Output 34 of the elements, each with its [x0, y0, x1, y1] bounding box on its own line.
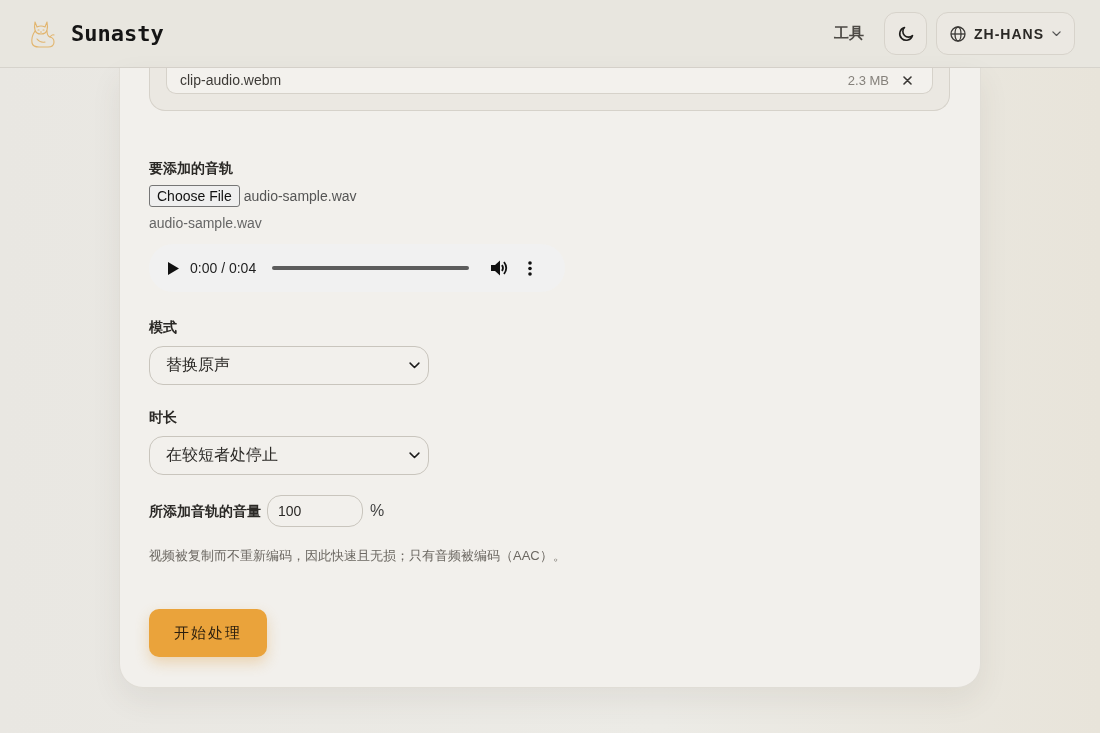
file-size: 2.3 MB [847, 72, 889, 88]
field-label: 模式 [149, 318, 177, 336]
file-name: clip-audio.webm [180, 72, 283, 88]
field-label: 所添加音轨的音量 [149, 502, 261, 520]
more-options-button[interactable] [528, 260, 533, 276]
brand-name: Sunasty [71, 21, 164, 46]
unit-label: % [370, 502, 385, 520]
start-processing-button[interactable]: 开始处理 [149, 609, 267, 657]
play-button[interactable] [168, 261, 179, 275]
language-button[interactable]: ZH-HANS [936, 12, 1075, 55]
chosen-file-name: audio-sample.wav [243, 188, 357, 204]
globe-icon [950, 25, 966, 42]
seek-track[interactable] [272, 266, 470, 270]
close-icon [903, 75, 912, 85]
volume-button[interactable] [491, 260, 509, 276]
remove-file-button[interactable] [901, 73, 914, 87]
select-dropdown[interactable]: 在较短者处停止 [149, 436, 429, 475]
play-icon [168, 261, 179, 275]
field-label: 时长 [149, 408, 177, 426]
volume-icon [491, 260, 509, 276]
field-label: 要添加的音轨 [149, 159, 233, 177]
chevron-down-icon [409, 362, 420, 369]
more-vertical-icon [528, 260, 533, 276]
select-dropdown[interactable]: 替换原声 [149, 346, 429, 385]
number-input[interactable]: 100 [267, 495, 363, 527]
choose-file-button[interactable]: Choose File [149, 185, 240, 207]
nav-link[interactable]: 工具 [834, 24, 864, 43]
moon-icon [897, 25, 914, 42]
theme-toggle-button[interactable] [884, 12, 927, 55]
chevron-down-icon [1052, 30, 1061, 37]
playback-time: 0:00 / 0:04 [190, 260, 257, 276]
info-note: 视频被复制而不重新编码，因此快速且无损；只有音频被编码（AAC）。 [149, 547, 567, 565]
chevron-down-icon [409, 452, 420, 459]
file-name: audio-sample.wav [149, 214, 262, 232]
